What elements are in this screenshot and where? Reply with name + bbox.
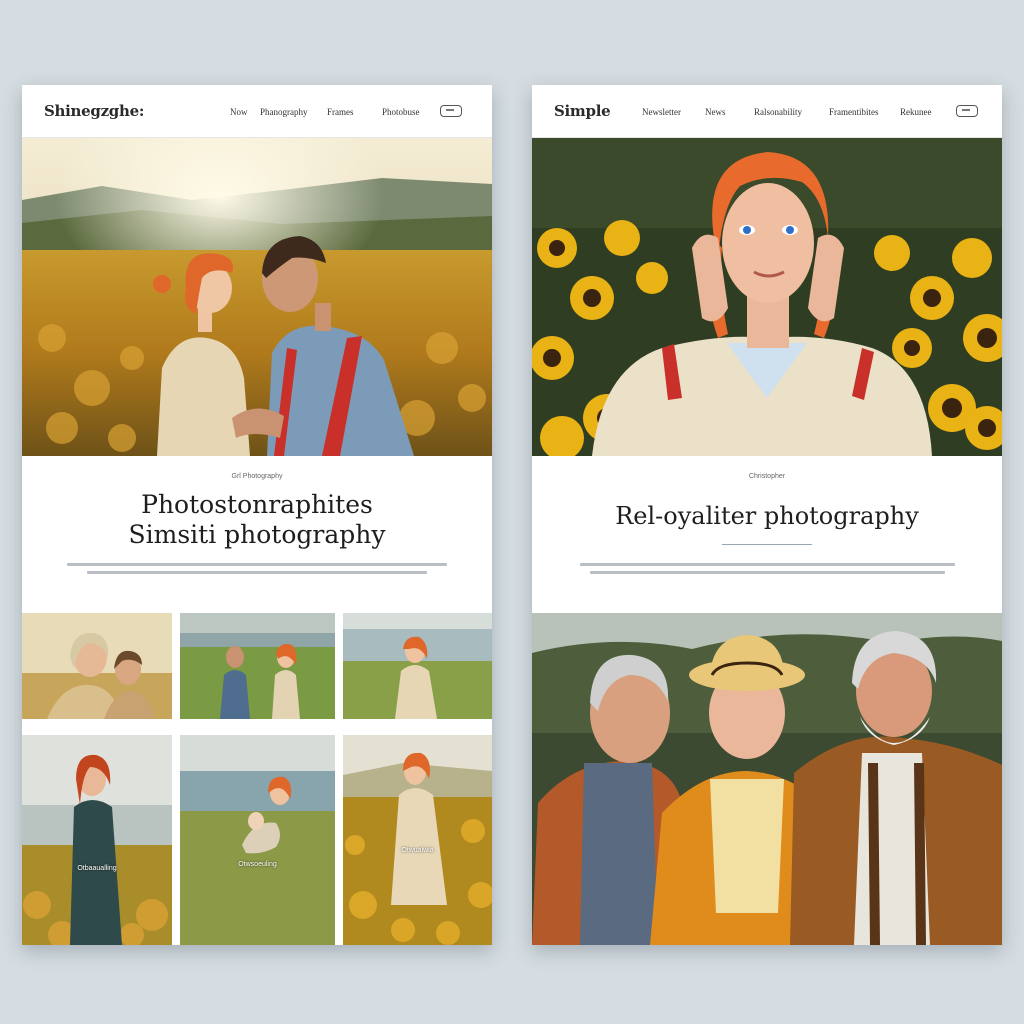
right-intro-section: Christopher Rel-oyaliter photography: [532, 470, 1002, 610]
left-grid-photo-5[interactable]: Otwsoeuling: [180, 735, 335, 945]
left-grid-photo-6[interactable]: Otwualwia: [343, 735, 492, 945]
right-headline: Rel-oyaliter photography: [615, 502, 919, 530]
left-grid-caption-3: Otwualwia: [401, 847, 434, 854]
left-grid-photo-1[interactable]: [22, 613, 172, 719]
left-grid-caption-2: Otwsoeuling: [238, 861, 277, 868]
left-website-mockup: Shinegzghe: Now Phanography Frames Photo…: [22, 85, 492, 945]
left-nav-link-4[interactable]: Photobuse: [382, 107, 420, 117]
right-divider-rule: [722, 544, 812, 546]
left-body-text-line: [87, 571, 427, 574]
right-nav-link-2[interactable]: News: [705, 107, 726, 117]
right-body-text-line: [589, 571, 945, 575]
right-hero-photo: [532, 138, 1002, 456]
left-grid-caption-1: Otbaaualling: [77, 865, 117, 872]
left-headline-line-2: Simsiti photography: [128, 519, 386, 549]
left-brand-logo[interactable]: Shinegzghe:: [44, 102, 144, 120]
left-nav-link-3[interactable]: Frames: [327, 107, 354, 117]
right-nav-link-1[interactable]: Newsletter: [642, 107, 681, 117]
left-headline-line-1: Photostonraphites: [141, 490, 373, 519]
right-group-photo: [532, 613, 1002, 945]
left-intro-section: Grl Photography Photostonraphites Simsit…: [22, 470, 492, 610]
right-nav-link-4[interactable]: Framentibites: [829, 107, 879, 117]
right-navbar: Simple Newsletter News Ralsonability Fra…: [532, 85, 1002, 138]
left-hero-photo: [22, 138, 492, 456]
left-navbar: Shinegzghe: Now Phanography Frames Photo…: [22, 85, 492, 138]
menu-button-icon[interactable]: [956, 105, 978, 117]
left-grid-photo-4[interactable]: Otbaaualling: [22, 735, 172, 945]
left-grid-photo-2[interactable]: [180, 613, 335, 719]
left-nav-link-2[interactable]: Phanography: [260, 107, 308, 117]
right-body-text-line: [579, 563, 955, 567]
left-grid-photo-3[interactable]: [343, 613, 492, 719]
left-body-text-line: [67, 563, 447, 566]
left-nav-link-1[interactable]: Now: [230, 107, 248, 117]
menu-button-icon[interactable]: [440, 105, 462, 117]
right-kicker-label: Christopher: [748, 473, 786, 480]
right-brand-logo[interactable]: Simple: [554, 102, 611, 120]
right-nav-link-5[interactable]: Rekunee: [900, 107, 932, 117]
left-kicker-label: Grl Photography: [231, 473, 283, 480]
right-website-mockup: Simple Newsletter News Ralsonability Fra…: [532, 85, 1002, 945]
right-nav-link-3[interactable]: Ralsonability: [754, 107, 802, 117]
